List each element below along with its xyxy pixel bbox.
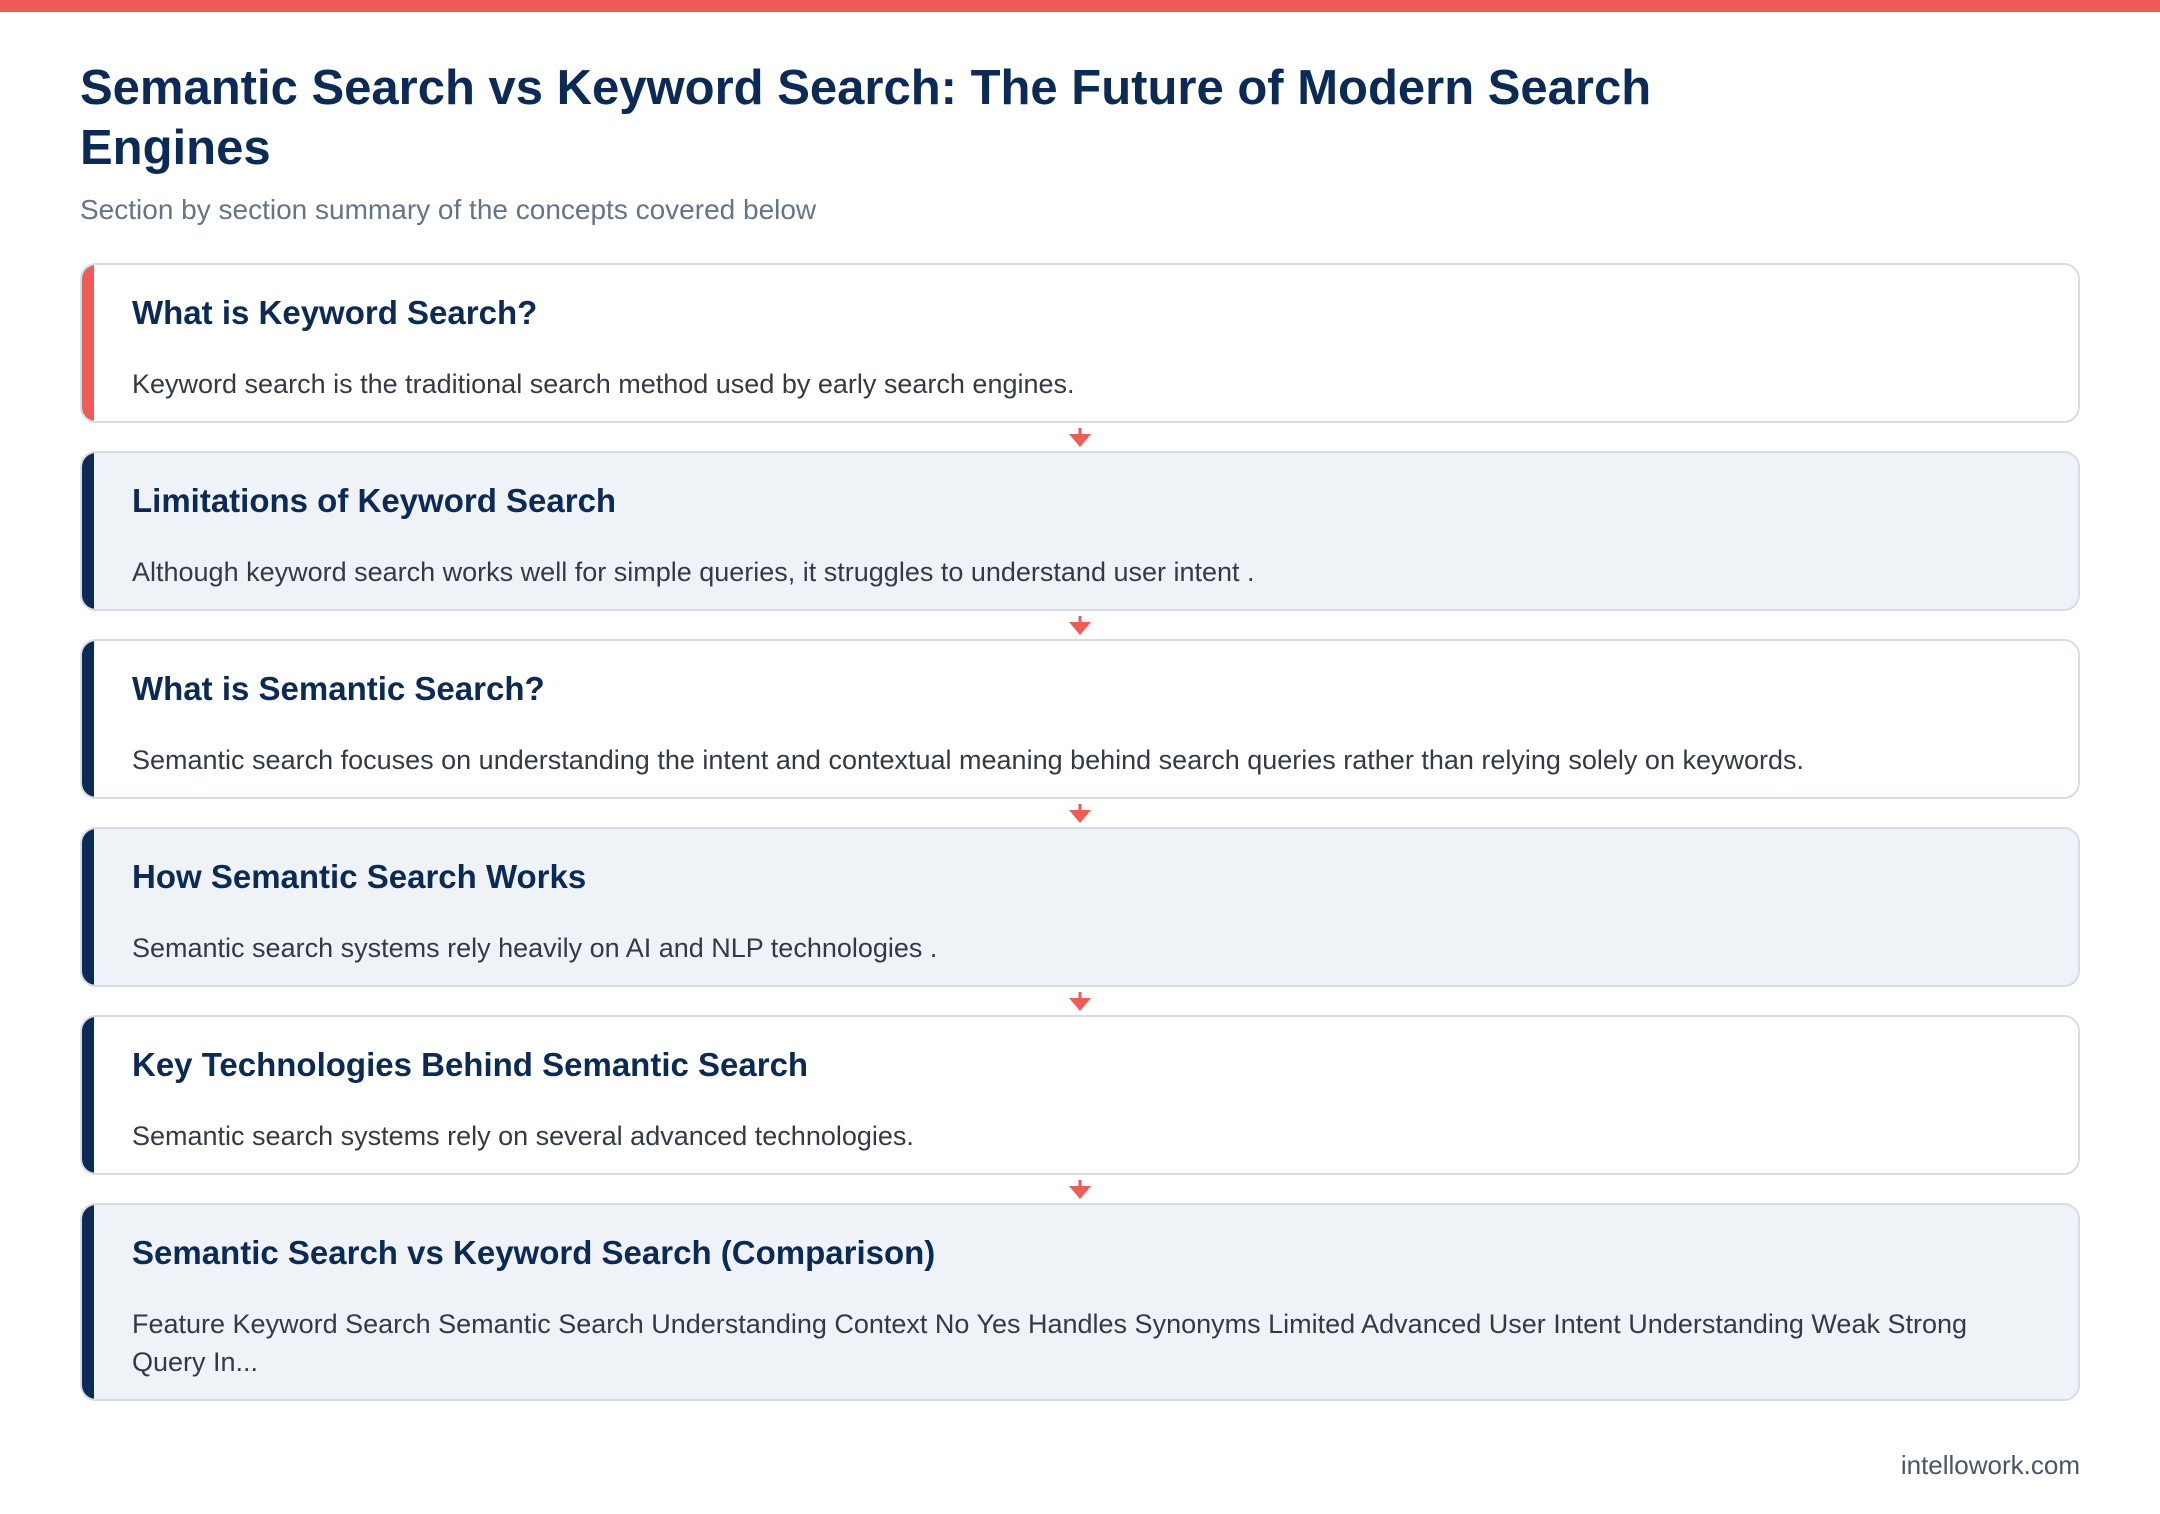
step-card-how-semantic-works: How Semantic Search Works Semantic searc… [80, 827, 2080, 987]
arrow-down-icon [1069, 992, 1091, 1011]
step-connector [80, 423, 2080, 451]
page-title: Semantic Search vs Keyword Search: The F… [80, 61, 1652, 175]
step-card-key-technologies: Key Technologies Behind Semantic Search … [80, 1015, 2080, 1175]
step-heading: What is Semantic Search? [132, 670, 545, 707]
step-description: Semantic search systems rely heavily on … [132, 933, 938, 963]
step-description: Although keyword search works well for s… [132, 557, 1255, 587]
arrow-down-icon [1069, 428, 1091, 447]
step-heading: How Semantic Search Works [132, 858, 587, 895]
card-accent-bar [82, 453, 94, 609]
card-accent-bar [82, 1017, 94, 1173]
step-connector [80, 611, 2080, 639]
step-connector [80, 987, 2080, 1015]
step-heading: Key Technologies Behind Semantic Search [132, 1046, 809, 1083]
step-card-keyword-limitations: Limitations of Keyword Search Although k… [80, 451, 2080, 611]
top-accent-bar [0, 0, 2160, 12]
step-heading: What is Keyword Search? [132, 294, 538, 331]
card-accent-bar [82, 1205, 94, 1399]
step-card-semantic-search: What is Semantic Search? Semantic search… [80, 639, 2080, 799]
card-accent-bar [82, 265, 94, 421]
card-accent-bar [82, 829, 94, 985]
steps-flow: What is Keyword Search? Keyword search i… [80, 263, 2080, 1401]
step-description: Semantic search focuses on understanding… [132, 745, 1805, 775]
step-description: Keyword search is the traditional search… [132, 369, 1075, 399]
step-card-comparison: Semantic Search vs Keyword Search (Compa… [80, 1203, 2080, 1401]
step-connector [80, 1175, 2080, 1203]
step-description: Semantic search systems rely on several … [132, 1121, 914, 1151]
step-heading: Semantic Search vs Keyword Search (Compa… [132, 1234, 936, 1271]
arrow-down-icon [1069, 616, 1091, 635]
page-subtitle: Section by section summary of the concep… [80, 194, 817, 225]
card-accent-bar [82, 641, 94, 797]
step-card-keyword-search: What is Keyword Search? Keyword search i… [80, 263, 2080, 423]
step-description: Feature Keyword Search Semantic Search U… [132, 1309, 1968, 1377]
step-connector [80, 799, 2080, 827]
arrow-down-icon [1069, 1180, 1091, 1199]
source-credit: intellowork.com [1900, 1450, 2080, 1480]
arrow-down-icon [1069, 804, 1091, 823]
step-heading: Limitations of Keyword Search [132, 482, 617, 519]
